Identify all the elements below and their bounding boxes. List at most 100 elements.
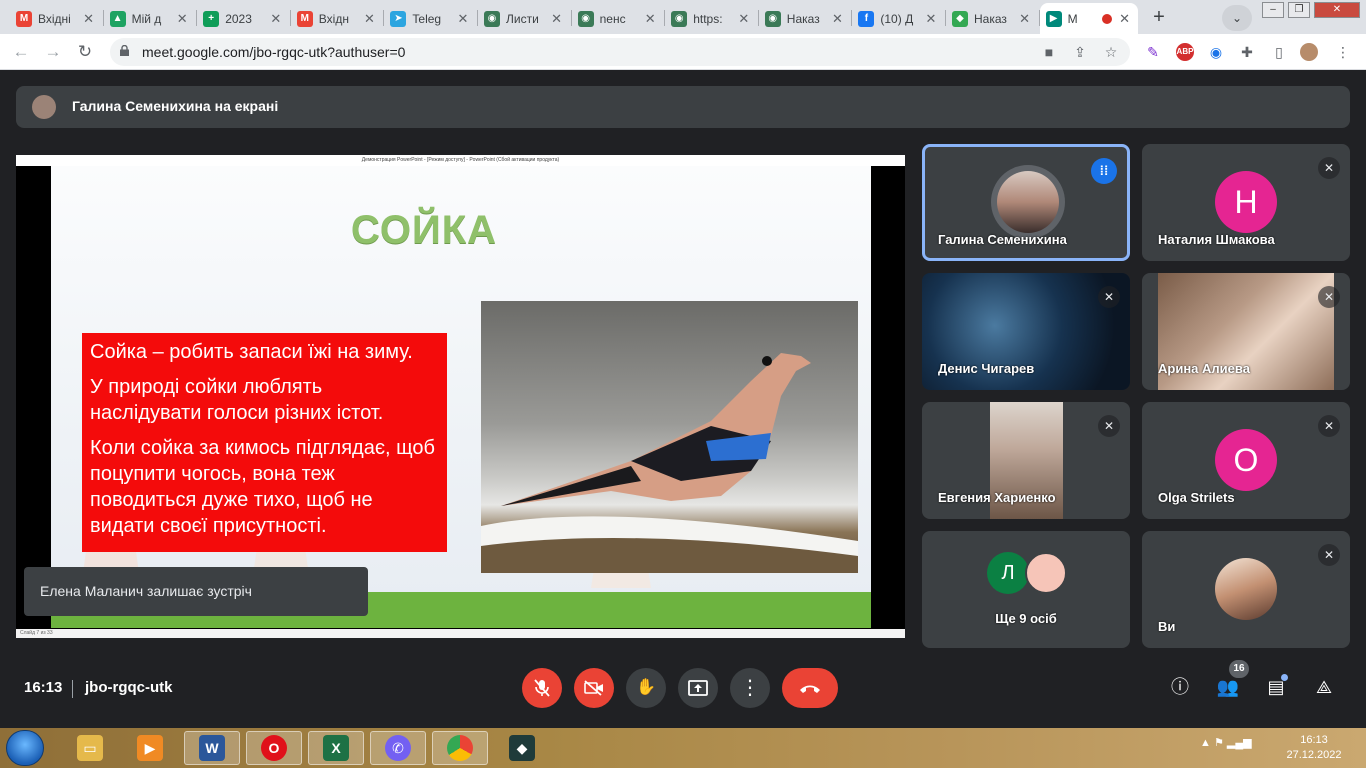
mic-off-icon: ✕ xyxy=(1318,544,1340,566)
close-tab-icon[interactable]: ✕ xyxy=(643,11,657,27)
participant-tile[interactable]: ✕ Евгения Хариенко xyxy=(922,402,1130,519)
participant-name: Ви xyxy=(1158,619,1176,634)
close-tab-icon[interactable]: ✕ xyxy=(82,11,96,27)
browser-tab[interactable]: ◆ Наказ ✕ xyxy=(946,3,1038,34)
slide-paragraph: У природі сойки люблять наслідувати голо… xyxy=(90,376,384,424)
close-tab-icon[interactable]: ✕ xyxy=(175,11,189,27)
extension-pen-icon[interactable]: ✎ xyxy=(1144,43,1162,61)
taskbar-app[interactable]: ◆ xyxy=(494,731,550,765)
leave-call-button[interactable] xyxy=(782,668,838,708)
participant-tile[interactable]: O ✕ Olga Strilets xyxy=(1142,402,1350,519)
participant-avatar: Л xyxy=(987,552,1029,594)
taskbar-clock[interactable]: 16:13 27.12.2022 xyxy=(1284,733,1344,763)
close-tab-icon[interactable]: ✕ xyxy=(1018,11,1032,27)
more-options-button[interactable]: ⋮ xyxy=(730,668,770,708)
close-tab-icon[interactable]: ✕ xyxy=(456,11,470,27)
participant-name: Денис Чигарев xyxy=(938,361,1035,376)
taskbar-excel[interactable]: X xyxy=(308,731,364,765)
meeting-code: jbo-rgqc-utk xyxy=(85,679,173,696)
browser-tab[interactable]: ◉ nенс ✕ xyxy=(572,3,664,34)
participant-tile[interactable]: Н ✕ Наталия Шмакова xyxy=(1142,144,1350,261)
participant-avatar xyxy=(1025,552,1067,594)
participant-name: Наталия Шмакова xyxy=(1158,232,1275,247)
participant-tile[interactable]: ✕ Арина Алиева xyxy=(1142,273,1350,390)
maximize-button[interactable]: ❐ xyxy=(1288,2,1310,18)
browser-tab[interactable]: ◉ https: ✕ xyxy=(665,3,757,34)
share-icon[interactable]: ⇪ xyxy=(1071,43,1089,61)
browser-tab[interactable]: +2023 ✕ xyxy=(197,3,289,34)
browser-tab[interactable]: ◉ Наказ ✕ xyxy=(759,3,851,34)
chrome-icon xyxy=(447,735,473,761)
taskbar-viber[interactable]: ✆ xyxy=(370,731,426,765)
mic-off-icon: ✕ xyxy=(1318,157,1340,179)
presentation-stage: Демонстрация PowerPoint - [Режим доступу… xyxy=(16,155,905,638)
reload-button[interactable]: ↻ xyxy=(74,41,96,63)
present-button[interactable] xyxy=(678,668,718,708)
browser-tab[interactable]: M Вхідні ✕ xyxy=(10,3,102,34)
taskbar-media-player[interactable]: ▶ xyxy=(122,731,178,765)
tab-title: Вхідн xyxy=(318,11,349,26)
extensions-puzzle-icon[interactable]: ✚ xyxy=(1238,43,1256,61)
tab-search-button[interactable]: ⌄ xyxy=(1222,5,1252,31)
close-tab-icon[interactable]: ✕ xyxy=(550,11,564,27)
tab-title: М xyxy=(1067,11,1078,26)
close-window-button[interactable]: ✕ xyxy=(1314,2,1360,18)
close-tab-icon[interactable]: ✕ xyxy=(924,11,938,27)
globe-icon: ◉ xyxy=(671,10,688,27)
browser-tab[interactable]: ▶ М ✕ xyxy=(1039,3,1138,34)
new-tab-button[interactable]: + xyxy=(1146,6,1172,30)
close-tab-icon[interactable]: ✕ xyxy=(737,11,751,27)
shield-icon: ◆ xyxy=(952,10,968,27)
close-tab-icon[interactable]: ✕ xyxy=(830,11,844,27)
participant-name: Olga Strilets xyxy=(1158,490,1235,505)
side-panel-icon[interactable]: ▯ xyxy=(1270,43,1288,61)
mic-off-icon: ✕ xyxy=(1098,415,1120,437)
taskbar-word[interactable]: W xyxy=(184,731,240,765)
camera-indicator-icon[interactable]: ■ xyxy=(1040,43,1058,61)
browser-tab-strip: M Вхідні ✕ ▲ Мій д ✕ +2023 ✕ M Вхідн ✕ ➤ Teleg ✕ ◉ Лист… xyxy=(0,0,1366,34)
self-tile[interactable]: ✕ Ви xyxy=(1142,531,1350,648)
adblock-icon[interactable]: ABP xyxy=(1176,43,1194,61)
taskbar-explorer[interactable]: ▭ xyxy=(62,731,118,765)
profile-avatar[interactable] xyxy=(1300,43,1318,61)
browser-tab[interactable]: ▲ Мій д ✕ xyxy=(104,3,196,34)
excel-icon: X xyxy=(323,735,349,761)
system-tray[interactable]: ▲ ⚑ ▂▄▆ xyxy=(1200,736,1252,749)
forward-button[interactable]: → xyxy=(42,41,64,63)
people-count-badge: 16 xyxy=(1229,660,1249,678)
camera-off-icon xyxy=(584,680,603,696)
taskbar-opera[interactable]: O xyxy=(246,731,302,765)
hang-up-icon xyxy=(800,685,820,693)
raise-hand-button[interactable]: ✋ xyxy=(626,668,666,708)
more-participants-tile[interactable]: Л Ще 9 осіб xyxy=(922,531,1130,648)
extension-circle-icon[interactable]: ◉ xyxy=(1207,43,1225,61)
gmail-icon: M xyxy=(16,10,32,27)
minimize-button[interactable]: – xyxy=(1262,2,1284,18)
address-bar[interactable]: meet.google.com/jbo-rgqc-utk?authuser=0 xyxy=(110,38,1130,66)
mic-off-button[interactable] xyxy=(522,668,562,708)
browser-tab[interactable]: f (10) Д ✕ xyxy=(852,3,944,34)
participant-avatar: Н xyxy=(1215,171,1277,233)
self-avatar xyxy=(1215,558,1277,620)
close-tab-icon[interactable]: ✕ xyxy=(1118,11,1132,27)
browser-tab[interactable]: ➤ Teleg ✕ xyxy=(384,3,476,34)
camera-off-button[interactable] xyxy=(574,668,614,708)
browser-tab[interactable]: ◉ Листи ✕ xyxy=(478,3,570,34)
presenter-banner-text: Галина Семенихина на екрані xyxy=(72,98,279,114)
taskbar-chrome[interactable] xyxy=(432,731,488,765)
browser-menu-icon[interactable]: ⋮ xyxy=(1334,43,1352,61)
participant-tile[interactable]: ✕ Денис Чигарев xyxy=(922,273,1130,390)
close-tab-icon[interactable]: ✕ xyxy=(362,11,376,27)
tab-title: 2023 xyxy=(225,11,252,26)
meeting-controls-bar: 16:13 jbo-rgqc-utk ✋ ⋮ ⓘ 👥 16 ▤ ⟁ xyxy=(0,660,1366,718)
bookmark-star-icon[interactable]: ☆ xyxy=(1102,43,1120,61)
activities-icon[interactable]: ⟁ xyxy=(1311,674,1337,700)
meeting-info-icon[interactable]: ⓘ xyxy=(1167,674,1193,700)
browser-tab[interactable]: M Вхідн ✕ xyxy=(291,3,383,34)
participant-tile[interactable]: ⁞⁞ Галина Семенихина xyxy=(922,144,1130,261)
close-tab-icon[interactable]: ✕ xyxy=(269,11,283,27)
back-button[interactable]: ← xyxy=(10,41,32,63)
speaking-indicator-icon: ⁞⁞ xyxy=(1091,158,1117,184)
start-button[interactable] xyxy=(6,730,44,766)
mic-off-icon: ✕ xyxy=(1318,286,1340,308)
